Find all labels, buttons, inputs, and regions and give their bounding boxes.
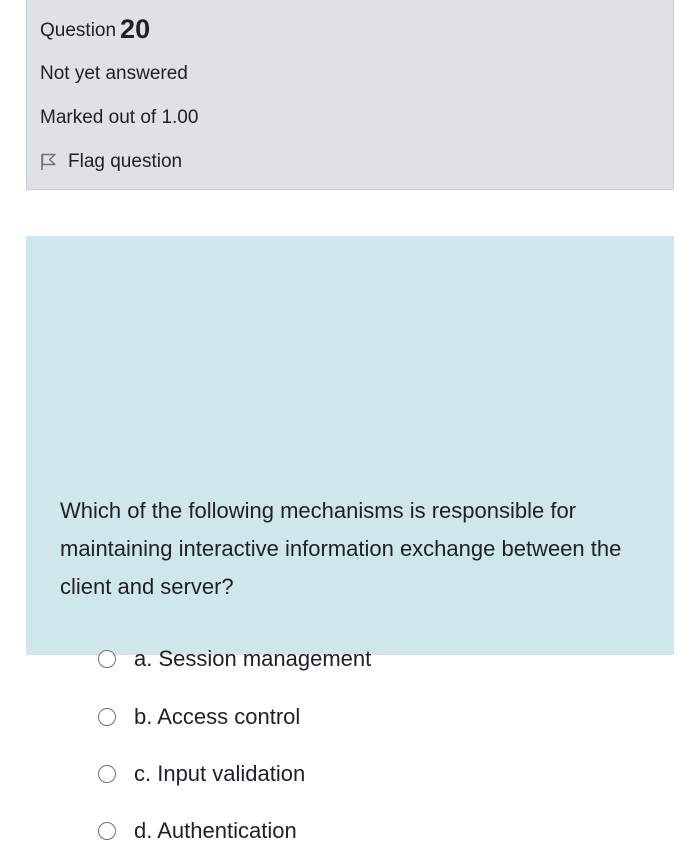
radio-button[interactable] [98,765,116,783]
question-text: Which of the following mechanisms is res… [60,498,622,599]
question-content-panel: Which of the following mechanisms is res… [26,236,674,843]
question-number: 20 [120,14,151,44]
flag-question-label: Flag question [68,151,183,172]
question-info-panel: Question 20 Not yet answered Marked out o… [26,0,674,190]
answer-option-b[interactable]: b. Access control [98,702,300,732]
radio-button[interactable] [98,650,116,668]
answer-label: a. Session management [134,646,372,671]
flag-icon [40,153,58,171]
question-state: Not yet answered [40,63,188,84]
radio-button[interactable] [98,708,116,726]
answer-option-c[interactable]: c. Input validation [98,759,305,789]
question-title: Question 20 [40,14,150,46]
answer-label: c. Input validation [134,761,306,786]
question-grade: Marked out of 1.00 [40,107,199,128]
answer-label: d. Authentication [134,818,297,843]
answer-label: b. Access control [134,704,301,729]
flag-question-link[interactable]: Flag question [40,150,182,174]
radio-button[interactable] [98,822,116,840]
answer-option-a[interactable]: a. Session management [98,644,371,674]
question-label: Question [40,20,117,41]
answer-option-d[interactable]: d. Authentication [98,816,297,846]
